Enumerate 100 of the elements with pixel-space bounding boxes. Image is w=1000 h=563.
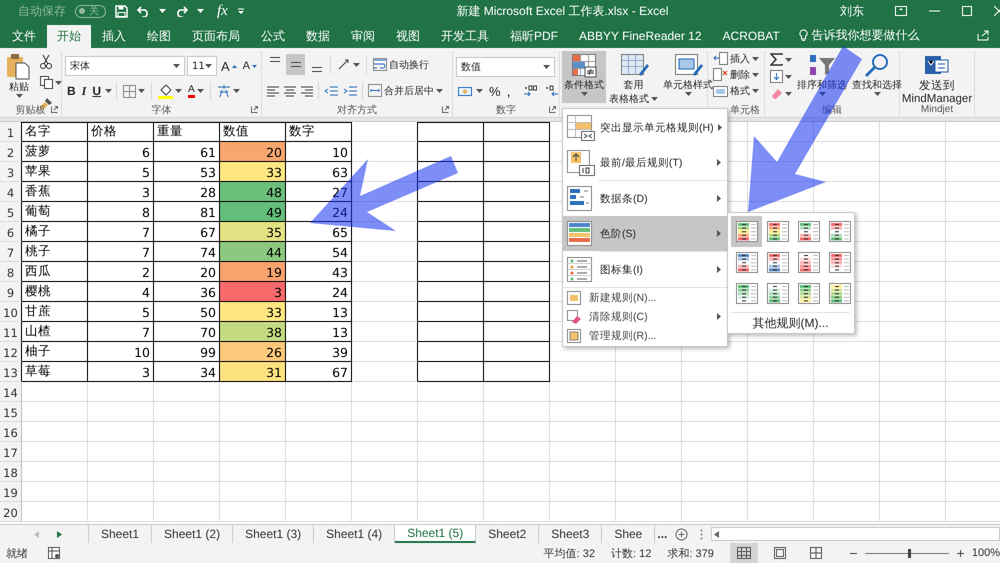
caret-icon[interactable] [476,89,483,94]
menu-item[interactable]: 色阶(S) [563,216,727,251]
caret-icon[interactable] [785,58,792,62]
caret-icon[interactable] [55,80,62,84]
row-number[interactable]: 19 [0,482,22,502]
zoom-in-icon[interactable] [956,550,964,556]
caret-icon[interactable] [651,97,658,101]
row-number[interactable]: 4 [0,182,22,202]
caret-icon[interactable] [197,9,204,13]
menu-item[interactable]: 新建规则(N)... [563,288,727,307]
row-number[interactable]: 2 [0,142,22,162]
row-number[interactable]: 5 [0,202,22,222]
insert-function-button[interactable]: fx [217,2,228,20]
ribbon-tab[interactable]: 文件 [2,22,46,48]
caret-icon[interactable] [16,94,22,98]
row-number[interactable]: 8 [0,262,22,282]
caret-icon[interactable] [543,64,550,69]
caret-icon[interactable] [205,64,212,68]
caret-icon[interactable] [785,74,792,78]
ribbon-tab[interactable]: ABBYY FineReader 12 [569,22,712,48]
font-size-field[interactable]: 11 [187,56,217,76]
undo-icon[interactable] [137,5,150,17]
tell-me-field[interactable]: 告诉我你想要做什么 [798,22,920,48]
font-color-button[interactable]: A [186,80,206,102]
splitter-icon[interactable] [700,528,704,540]
comma-button[interactable]: , [504,80,519,102]
dialog-launcher-icon[interactable] [549,106,556,113]
row-number[interactable]: 3 [0,162,22,182]
share-icon[interactable] [977,29,990,41]
menu-item[interactable]: 突出显示单元格规则(H) [563,110,727,145]
caret-icon[interactable] [232,89,240,93]
row-number[interactable]: 11 [0,322,22,342]
caret-icon[interactable] [580,92,588,96]
menu-item[interactable]: 数据条(D) [563,181,727,216]
ribbon-tab[interactable]: 绘图 [137,22,181,48]
font-name-field[interactable]: 宋体 [65,56,185,76]
caret-icon[interactable] [173,64,180,68]
format-cells-button[interactable]: 格式 [711,83,761,98]
dialog-launcher-icon[interactable] [442,106,449,113]
row-number[interactable]: 12 [0,342,22,362]
menu-item[interactable]: 最前/最后规则(T) [563,145,727,180]
align-middle-icon-button[interactable] [286,54,305,75]
menu-item[interactable]: 其他规则(M)... [731,312,850,333]
caret-icon[interactable] [196,89,204,93]
row-number[interactable]: 1 [0,122,22,142]
dialog-launcher-icon[interactable] [51,106,58,113]
ribbon-tab[interactable]: 福昕PDF [500,22,568,48]
caret-icon[interactable] [138,89,146,93]
paste-button[interactable]: 粘贴 [3,51,35,103]
caret-icon[interactable] [752,88,759,92]
format-as-table-button[interactable]: 套用 表格格式 [607,51,660,103]
shrink-font-button[interactable]: A [240,56,260,76]
caret-icon[interactable] [684,92,692,96]
ribbon-tab[interactable]: 视图 [386,22,430,48]
delete-cells-button[interactable]: 删除 [711,67,761,82]
minimize-icon[interactable] [929,10,940,12]
caret-icon[interactable] [752,72,759,76]
horizontal-scrollbar[interactable] [711,527,1000,541]
caret-icon[interactable] [159,9,166,13]
view-button[interactable] [730,543,758,563]
italic-button[interactable]: I [80,80,88,102]
menu-item[interactable]: 管理规则(R)... [563,326,727,345]
insert-cells-button[interactable]: 插入 [711,51,761,66]
ribbon-tab[interactable]: ACROBAT [712,22,790,48]
menu-item[interactable]: 清除规则(C) [563,307,727,326]
color-scale-option[interactable] [731,216,762,247]
add-sheet-icon[interactable] [675,528,688,540]
caret-icon[interactable] [874,92,880,96]
row-number[interactable]: 16 [0,422,22,442]
row-number[interactable]: 17 [0,442,22,462]
row-number[interactable]: 13 [0,362,22,382]
ribbon-tab[interactable]: 插入 [92,22,136,48]
row-number[interactable]: 6 [0,222,22,242]
underline-button[interactable]: U [90,80,104,102]
dialog-launcher-icon[interactable] [251,106,258,113]
row-number[interactable]: 7 [0,242,22,262]
slider-thumb[interactable] [908,548,911,558]
merge-center-button[interactable]: 合并后居中 [366,80,445,101]
wrap-text-button[interactable]: 自动换行 [371,54,431,75]
save-icon[interactable] [115,4,128,18]
caret-icon[interactable] [105,89,112,93]
percent-button[interactable]: % [487,80,503,102]
conditional-format-button[interactable]: 条件格式 [562,51,606,103]
zoom-level[interactable]: 100% [972,547,1000,559]
row-number[interactable]: 15 [0,402,22,422]
ribbon-tab[interactable]: 公式 [251,22,295,48]
ribbon-tab[interactable]: 开发工具 [431,22,499,48]
row-number[interactable]: 9 [0,282,22,302]
number-format-field[interactable]: 数值 [456,56,555,77]
maximize-icon[interactable] [962,6,972,16]
ribbon-display-icon[interactable] [895,6,907,16]
ribbon-tab[interactable]: 数据 [296,22,340,48]
caret-icon[interactable] [785,92,792,96]
find-select-button[interactable]: 查找和选择 [850,51,904,103]
user-name[interactable]: 刘东 [840,2,864,20]
caret-icon[interactable] [436,88,443,92]
row-number[interactable]: 14 [0,382,22,402]
caret-icon[interactable] [752,56,759,60]
ribbon-tab[interactable]: 审阅 [341,22,385,48]
grow-font-button[interactable]: A [219,56,239,76]
